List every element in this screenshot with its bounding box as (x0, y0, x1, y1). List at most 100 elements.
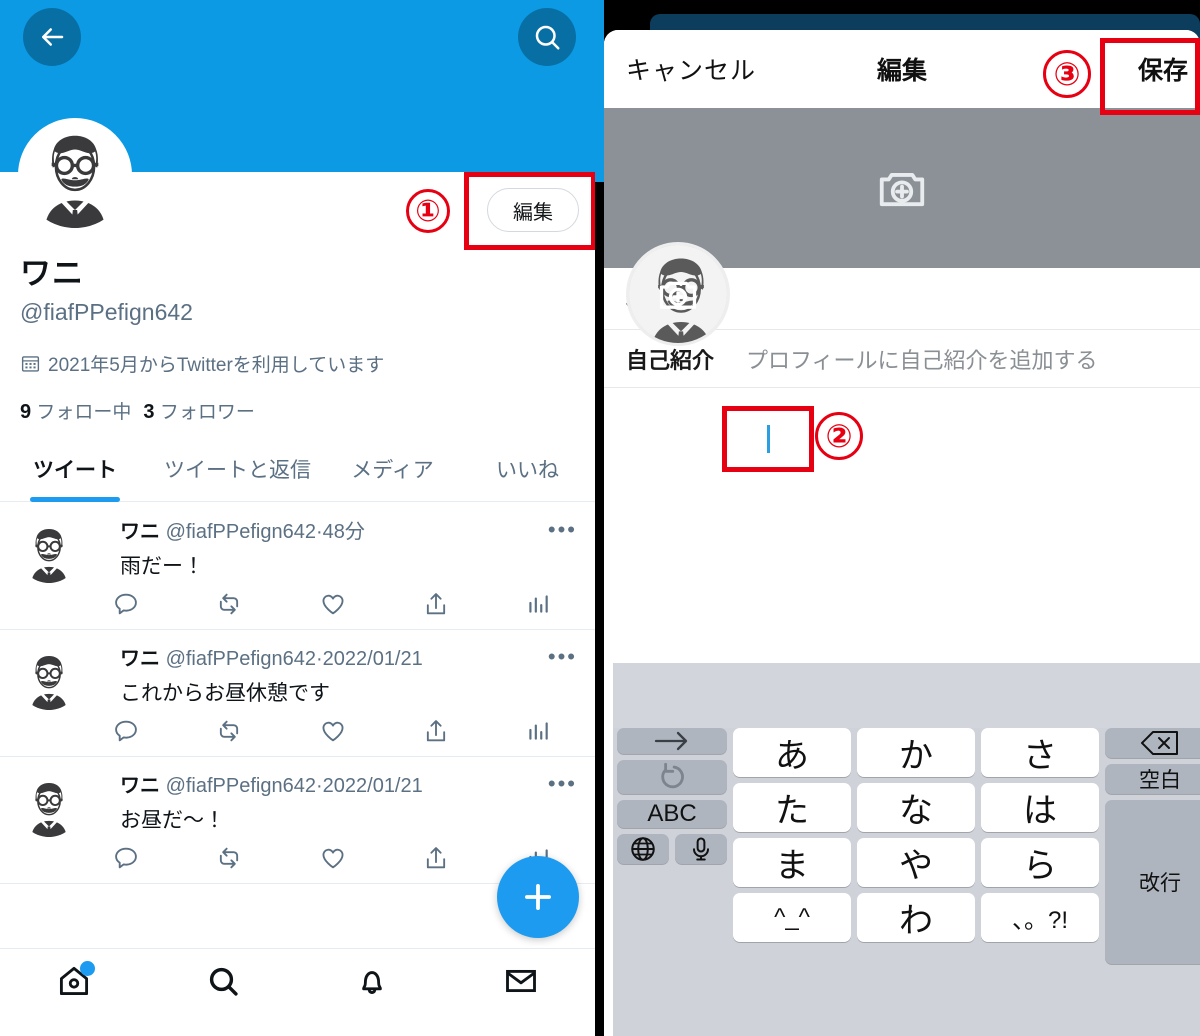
key-ra[interactable]: ら (981, 838, 1099, 887)
cursor-right-key[interactable] (617, 728, 727, 754)
return-key[interactable]: 改行 (1105, 800, 1200, 964)
tweet-author-name: ワニ (120, 775, 160, 797)
user-handle: @fiafPPefign642 (20, 299, 193, 325)
key-a[interactable]: あ (733, 728, 851, 777)
tweet-time: 2022/01/21 (322, 648, 423, 670)
table-row[interactable]: ワニ @fiafPPefign642·2022/01/21 お昼だ〜！ ••• (0, 757, 595, 884)
annotation-marker-2: ② (815, 412, 863, 460)
backspace-key[interactable] (1105, 728, 1200, 758)
key-sa[interactable]: さ (981, 728, 1099, 777)
tweet-separator: · (315, 521, 323, 543)
tweet-time: 48分 (322, 521, 365, 543)
tweet-text: これからお昼休憩です (120, 682, 330, 705)
tab-tweets-replies[interactable]: ツイートと返信 (150, 448, 325, 501)
retweet-button[interactable] (215, 844, 318, 872)
like-button[interactable] (319, 844, 422, 872)
compose-tweet-button[interactable] (497, 856, 579, 938)
tweet-author-handle: @fiafPPefign642 (165, 648, 316, 670)
profile-photo-picker[interactable] (626, 242, 730, 346)
search-icon (210, 967, 238, 996)
key-wa[interactable]: わ (857, 893, 975, 942)
back-button[interactable] (23, 8, 81, 66)
tweet-more-button[interactable]: ••• (548, 646, 577, 668)
keyboard-grid: ABC あ か さ た な は ま や ら ^_^ わ 、。?! 空白 改行 (613, 728, 1200, 964)
reply-icon (115, 847, 137, 869)
avatar-illustration-icon (18, 775, 80, 837)
retweet-button[interactable] (215, 717, 318, 745)
table-row[interactable]: ワニ @fiafPPefign642·2022/01/21 これからお昼休憩です… (0, 630, 595, 757)
retweet-icon (220, 593, 239, 615)
share-button[interactable] (422, 590, 525, 618)
tweet-author-name: ワニ (120, 648, 160, 670)
retweet-button[interactable] (215, 590, 318, 618)
key-punct-label: 、。?! (1011, 907, 1068, 934)
key-na[interactable]: な (857, 783, 975, 832)
like-button[interactable] (319, 717, 422, 745)
mic-icon (693, 837, 709, 861)
keyboard-row-4: ^_^ わ 、。?! (733, 893, 1099, 942)
analytics-button[interactable] (525, 718, 570, 744)
tab-media[interactable]: メディア (325, 448, 460, 501)
mic-key[interactable] (675, 834, 727, 864)
reply-icon (115, 720, 137, 742)
undo-key[interactable] (617, 760, 727, 794)
avatar[interactable] (18, 648, 80, 710)
save-button-highlight (1100, 38, 1200, 115)
analytics-icon (529, 595, 549, 613)
tweet-header: ワニ @fiafPPefign642·2022/01/21 (120, 642, 579, 671)
keyboard-row-1: あ か さ (733, 728, 1099, 777)
share-icon (426, 847, 446, 869)
bio-field-placeholder: プロフィールに自己紹介を追加する (746, 347, 1098, 373)
tweet-text: お昼だ〜！ (120, 809, 225, 832)
avatar-illustration-icon (18, 648, 80, 710)
retweet-icon (220, 720, 239, 742)
reply-button[interactable] (112, 717, 215, 745)
like-button[interactable] (319, 590, 422, 618)
like-icon (322, 721, 344, 742)
key-ka[interactable]: か (857, 728, 975, 777)
tab-media-label: メディア (351, 459, 434, 482)
like-icon (322, 594, 344, 615)
nav-messages[interactable] (446, 963, 595, 999)
key-ha[interactable]: は (981, 783, 1099, 832)
avatar[interactable] (18, 521, 80, 583)
tweet-author-handle: @fiafPPefign642 (165, 521, 316, 543)
camera-plus-icon (659, 281, 697, 309)
keyboard-row-2: た な は (733, 783, 1099, 832)
edit-profile-sheet: キャンセル 編集 保存 名前 自己紹介 プロフィールに自己紹介を追加す (604, 30, 1200, 1036)
keyboard-right-column: 空白 改行 (1105, 728, 1200, 964)
tab-tweets[interactable]: ツイート (0, 448, 150, 501)
tweet-more-button[interactable]: ••• (548, 773, 577, 795)
space-key-label: 空白 (1139, 769, 1181, 792)
reply-button[interactable] (112, 590, 215, 618)
tweet-separator: · (315, 648, 323, 670)
avatar[interactable] (18, 775, 80, 837)
profile-avatar[interactable] (18, 118, 132, 232)
abc-key[interactable]: ABC (617, 800, 727, 828)
tweet-more-button[interactable]: ••• (548, 519, 577, 541)
tweet-actions (112, 714, 570, 748)
nav-notifications[interactable] (298, 963, 447, 999)
tab-likes[interactable]: いいね (460, 448, 595, 501)
home-badge-dot (80, 961, 96, 976)
followers-link[interactable]: 3 フォロワー (143, 401, 254, 423)
nav-search[interactable] (149, 963, 298, 999)
key-emoticon[interactable]: ^_^ (733, 893, 851, 942)
share-button[interactable] (422, 717, 525, 745)
keyboard-left-column: ABC (617, 728, 727, 964)
space-key[interactable]: 空白 (1105, 764, 1200, 794)
nav-home[interactable] (0, 961, 149, 999)
table-row[interactable]: ワニ @fiafPPefign642·48分 雨だー！ ••• (0, 503, 595, 630)
reply-button[interactable] (112, 844, 215, 872)
search-button[interactable] (518, 8, 576, 66)
key-ma[interactable]: ま (733, 838, 851, 887)
following-link[interactable]: 9 フォロー中 (20, 401, 131, 423)
japanese-keyboard: ABC あ か さ た な は ま や ら ^_^ わ 、。?! 空白 改行 (613, 663, 1200, 1036)
key-punct[interactable]: 、。?! (981, 893, 1099, 942)
key-ya[interactable]: や (857, 838, 975, 887)
analytics-button[interactable] (525, 591, 570, 617)
globe-key[interactable] (617, 834, 669, 864)
display-name: ワニ (20, 256, 84, 291)
key-ta[interactable]: た (733, 783, 851, 832)
like-icon (322, 848, 344, 869)
